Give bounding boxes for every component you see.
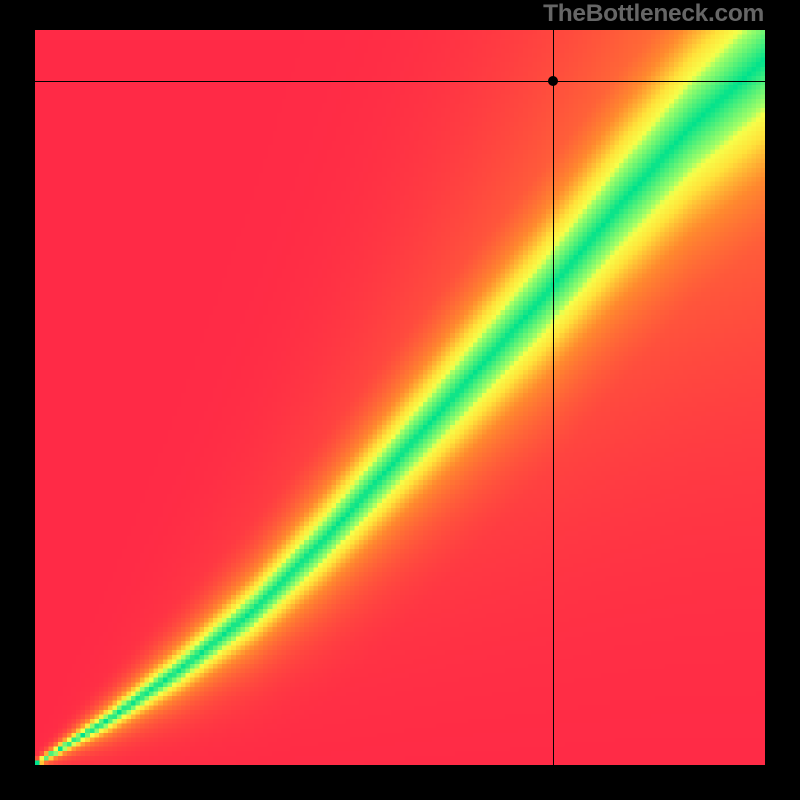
app-root: TheBottleneck.com	[0, 0, 800, 800]
watermark-text: TheBottleneck.com	[543, 0, 764, 28]
heatmap-canvas	[35, 30, 765, 765]
bottleneck-heatmap	[35, 30, 765, 765]
